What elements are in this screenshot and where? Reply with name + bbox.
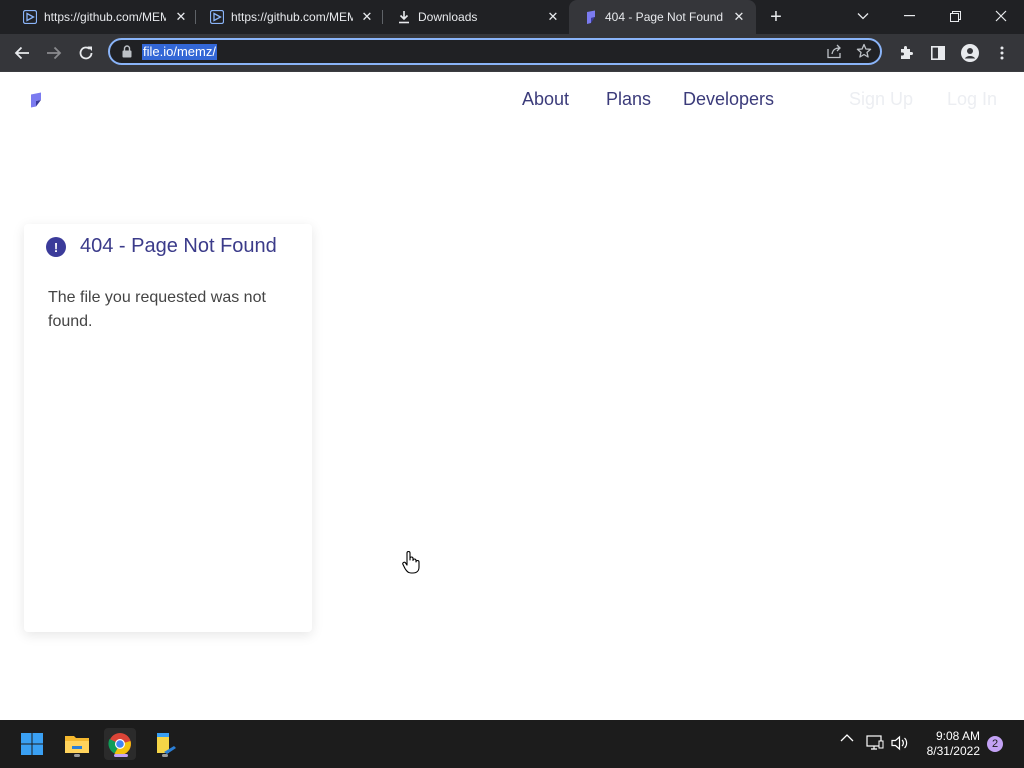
close-tab-icon[interactable]: ✕ (172, 8, 190, 26)
restore-button[interactable] (942, 4, 968, 28)
address-bar[interactable]: file.io/memz/ (108, 38, 882, 65)
sign-up-link[interactable]: Sign Up (849, 89, 913, 110)
browser-toolbar: file.io/memz/ (0, 34, 1024, 72)
chrome-icon[interactable] (104, 728, 136, 760)
file-io-logo-icon (583, 9, 599, 25)
exclamation-icon: ! (46, 237, 66, 257)
close-tab-icon[interactable]: ✕ (358, 8, 376, 26)
extensions-icon[interactable] (893, 40, 919, 66)
tab-title: https://github.com/MEMZ (231, 10, 353, 24)
back-button[interactable] (9, 40, 35, 66)
tab-github-2[interactable]: https://github.com/MEMZ ✕ (195, 0, 381, 34)
tab-title: 404 - Page Not Found (605, 10, 723, 24)
running-indicator (74, 754, 80, 757)
close-window-button[interactable] (988, 4, 1014, 28)
log-in-link[interactable]: Log In (947, 89, 997, 110)
error-card: ! 404 - Page Not Found The file you requ… (24, 224, 312, 632)
tab-github-1[interactable]: https://github.com/MEMZ ✕ (8, 0, 194, 34)
clock-date: 8/31/2022 (926, 744, 980, 758)
nav-developers-link[interactable]: Developers (683, 89, 774, 110)
new-tab-button[interactable]: + (765, 6, 787, 28)
close-tab-icon[interactable]: ✕ (544, 8, 562, 26)
reload-button[interactable] (73, 40, 99, 66)
lock-icon[interactable] (122, 45, 132, 63)
running-indicator (162, 754, 168, 757)
show-hidden-icons-icon[interactable] (840, 734, 854, 742)
tab-404-page[interactable]: 404 - Page Not Found ✕ (569, 0, 756, 34)
clock-time: 9:08 AM (935, 729, 980, 743)
tab-strip: https://github.com/MEMZ ✕ https://github… (0, 0, 1024, 34)
notification-badge[interactable]: 2 (987, 736, 1003, 752)
profile-avatar-icon[interactable] (957, 40, 983, 66)
tab-downloads[interactable]: Downloads ✕ (382, 0, 568, 34)
tab-title: https://github.com/MEMZ (44, 10, 166, 24)
minimize-button[interactable] (896, 4, 922, 28)
start-icon[interactable] (16, 728, 48, 760)
tab-search-icon[interactable] (850, 4, 876, 28)
windows-taskbar: 9:08 AM 8/31/2022 (0, 720, 1024, 768)
running-indicator (114, 754, 128, 757)
nav-about-link[interactable]: About (522, 89, 569, 110)
close-tab-icon[interactable]: ✕ (730, 8, 748, 26)
share-icon[interactable] (826, 44, 842, 64)
vimeo-like-icon (209, 9, 225, 25)
error-title: 404 - Page Not Found (80, 235, 277, 257)
nav-plans-link[interactable]: Plans (606, 89, 651, 110)
vimeo-like-icon (22, 9, 38, 25)
more-menu-icon[interactable] (989, 40, 1015, 66)
system-clock[interactable]: 9:08 AM 8/31/2022 (918, 729, 980, 759)
network-icon[interactable] (866, 735, 884, 751)
file-io-logo[interactable] (30, 92, 42, 113)
notepad-icon[interactable] (149, 728, 181, 760)
web-page: About Plans Developers Sign Up Log In ! … (0, 72, 1024, 720)
tab-title: Downloads (418, 10, 478, 24)
bookmark-star-icon[interactable] (856, 43, 872, 64)
hand-cursor-icon (402, 550, 420, 579)
url-text[interactable]: file.io/memz/ (142, 44, 217, 60)
side-panel-icon[interactable] (925, 40, 951, 66)
file-explorer-icon[interactable] (61, 728, 93, 760)
volume-icon[interactable] (891, 735, 909, 751)
forward-button[interactable] (41, 40, 67, 66)
download-icon (396, 9, 412, 25)
error-message: The file you requested was not found. (48, 289, 266, 330)
